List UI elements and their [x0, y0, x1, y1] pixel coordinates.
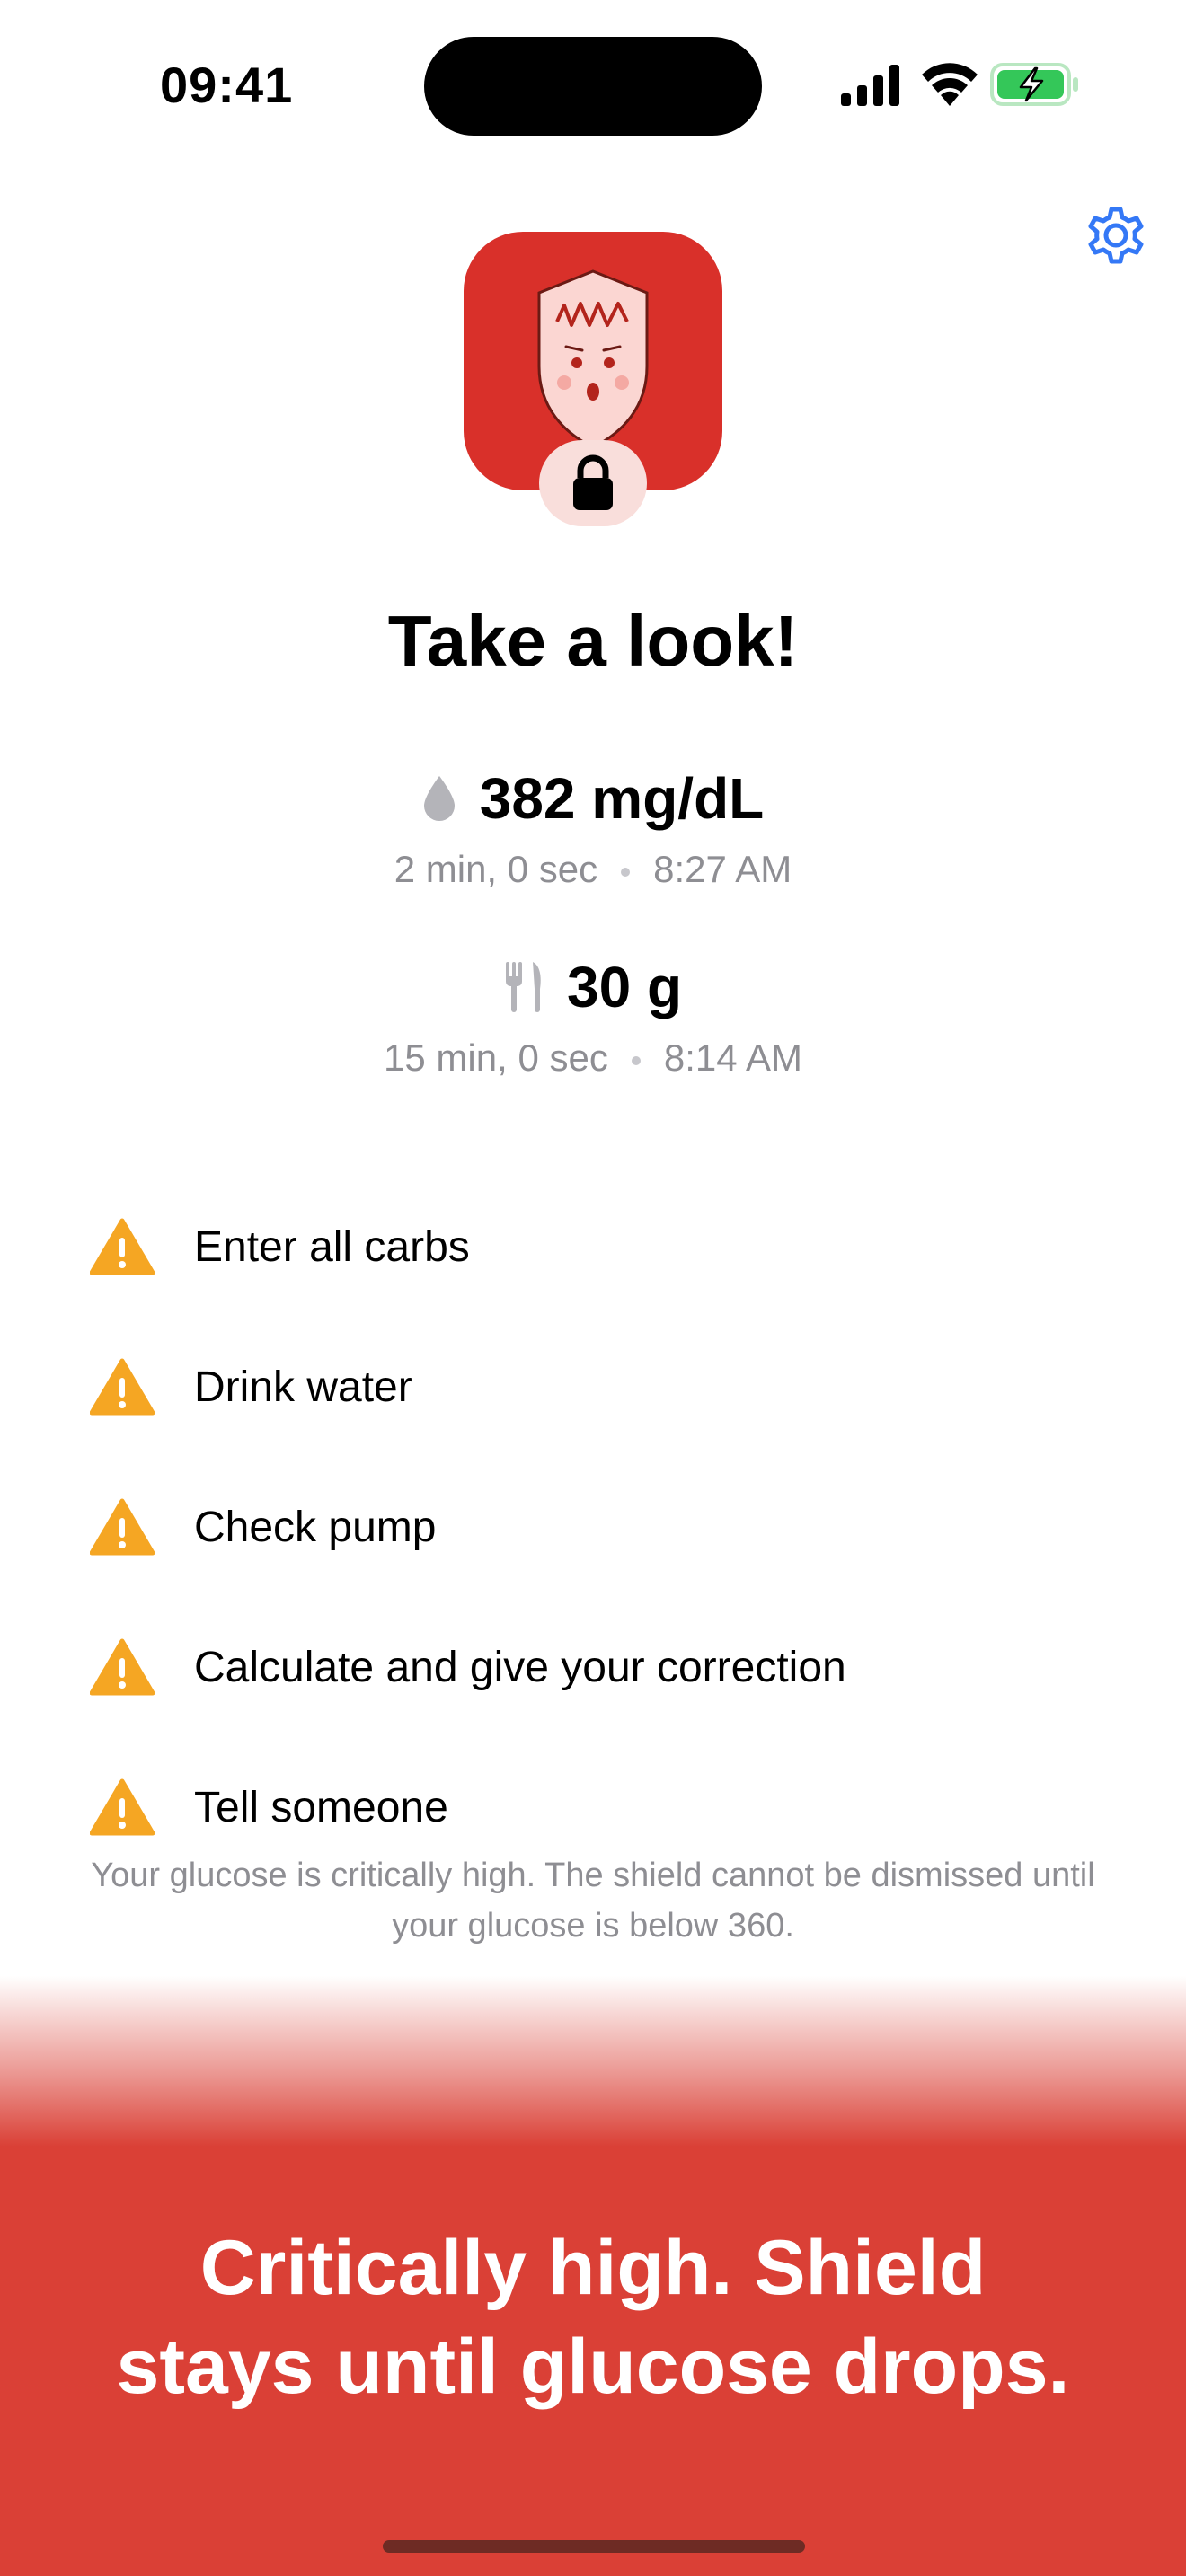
- lock-icon: [573, 454, 613, 510]
- glucose-value: 382 mg/dL: [479, 766, 765, 831]
- separator-dot: [621, 867, 631, 877]
- drop-icon: [423, 776, 455, 821]
- action-checklist: Enter all carbs Drink water Check pump C…: [90, 1177, 1096, 1877]
- status-time: 09:41: [160, 57, 294, 113]
- separator-dot: [631, 1055, 641, 1065]
- lock-badge: [539, 440, 647, 526]
- warning-icon: [90, 1638, 155, 1696]
- checklist-item-enter-carbs[interactable]: Enter all carbs: [90, 1177, 1096, 1317]
- dynamic-island: [424, 37, 762, 136]
- checklist-item-label: Enter all carbs: [194, 1222, 470, 1271]
- critical-footnote: Your glucose is critically high. The shi…: [91, 1857, 1095, 1945]
- settings-gear-icon[interactable]: [1082, 201, 1150, 269]
- cellular-signal-icon: [841, 65, 899, 106]
- page-title: Take a look!: [387, 601, 799, 681]
- checklist-item-correction[interactable]: Calculate and give your correction: [90, 1597, 1096, 1737]
- checklist-item-label: Check pump: [194, 1503, 437, 1551]
- warning-icon: [90, 1498, 155, 1556]
- glucose-elapsed: 2 min, 0 sec: [394, 848, 598, 890]
- fork-knife-icon: [505, 962, 541, 1012]
- home-indicator[interactable]: [383, 2540, 805, 2553]
- banner-line-2: stays until glucose drops.: [116, 2324, 1070, 2410]
- warning-icon: [90, 1778, 155, 1836]
- warning-icon: [90, 1358, 155, 1416]
- checklist-item-label: Calculate and give your correction: [194, 1643, 846, 1691]
- carbs-elapsed: 15 min, 0 sec: [384, 1037, 608, 1079]
- carbs-reading: 30 g 15 min, 0 sec 8:14 AM: [0, 954, 1186, 1080]
- banner-caption: Critically high. Shield stays until gluc…: [0, 2219, 1186, 2416]
- carbs-value: 30 g: [566, 955, 683, 1019]
- checklist-item-label: Drink water: [194, 1363, 412, 1411]
- carbs-time: 8:14 AM: [663, 1037, 802, 1079]
- status-bar: 09:41: [0, 0, 1186, 171]
- checklist-item-drink-water[interactable]: Drink water: [90, 1317, 1096, 1457]
- glucose-time: 8:27 AM: [653, 848, 792, 890]
- wifi-icon: [922, 63, 978, 106]
- checklist-item-label: Tell someone: [194, 1783, 448, 1831]
- battery-charging-icon: [990, 63, 1078, 106]
- checklist-item-check-pump[interactable]: Check pump: [90, 1457, 1096, 1597]
- warning-icon: [90, 1218, 155, 1275]
- glucose-reading: 382 mg/dL 2 min, 0 sec 8:27 AM: [0, 765, 1186, 891]
- banner-line-1: Critically high. Shield: [199, 2225, 987, 2311]
